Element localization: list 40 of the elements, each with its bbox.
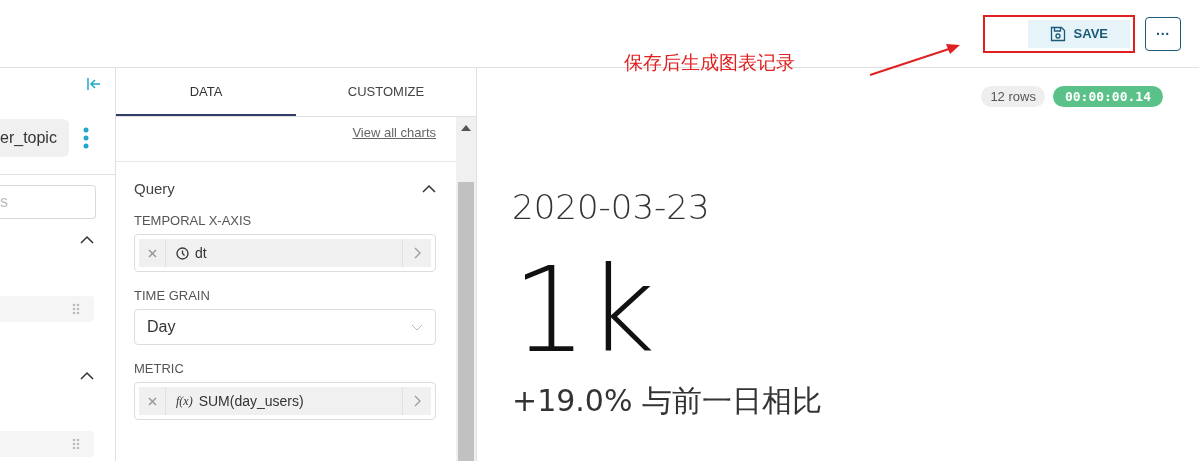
collapse-icon[interactable] — [87, 78, 101, 90]
function-icon: f(x) — [176, 393, 193, 409]
control-label: TIME GRAIN — [134, 288, 211, 303]
scroll-up-icon[interactable] — [461, 125, 471, 131]
more-button[interactable]: ··· — [1145, 16, 1181, 51]
close-icon[interactable] — [147, 396, 157, 406]
datasource-name[interactable]: er_topic — [0, 119, 69, 157]
close-icon[interactable] — [147, 248, 157, 258]
scrollbar[interactable] — [456, 117, 476, 461]
save-button[interactable]: SAVE — [1027, 19, 1130, 48]
drag-handle-icon[interactable] — [72, 303, 80, 315]
clock-icon — [176, 246, 189, 260]
field-value: dt — [194, 245, 208, 261]
big-number: 1k — [512, 251, 657, 369]
search-field[interactable]: s — [0, 185, 96, 219]
chevron-up-icon[interactable] — [80, 235, 94, 244]
control-label: TEMPORAL X-AXIS — [134, 213, 253, 228]
chevron-right-icon[interactable] — [413, 395, 421, 407]
chevron-up-icon[interactable] — [422, 184, 436, 193]
scrollbar-thumb[interactable] — [458, 182, 474, 461]
query-duration: 00:00:00.14 — [1052, 86, 1163, 107]
view-all-charts-link[interactable]: View all charts — [352, 125, 436, 161]
section-title: Query — [134, 180, 175, 197]
tab[interactable]: CUSTOMIZE — [296, 68, 476, 116]
control-label: METRIC — [134, 361, 185, 376]
tab[interactable]: DATA — [116, 68, 296, 116]
field-value: SUM(day_users) — [197, 393, 305, 409]
metric-field[interactable]: f(x) SUM(day_users) — [134, 382, 436, 420]
chevron-up-icon[interactable] — [80, 371, 94, 380]
comparison-text: +19.0% 与前一日相比 — [512, 382, 823, 420]
kebab-menu-icon[interactable] — [83, 127, 89, 149]
annotation-text: 保存后生成图表记录 — [624, 50, 795, 75]
date-label: 2020-03-23 — [512, 187, 711, 227]
drag-handle-icon[interactable] — [72, 438, 80, 450]
time-grain-select[interactable]: Day — [134, 309, 436, 345]
metric-field[interactable]: dt — [134, 234, 436, 272]
floppy-disk-icon — [1049, 25, 1066, 42]
row-count: 12 rows — [981, 86, 1045, 107]
chevron-right-icon[interactable] — [413, 247, 421, 259]
chevron-down-icon — [411, 323, 423, 331]
